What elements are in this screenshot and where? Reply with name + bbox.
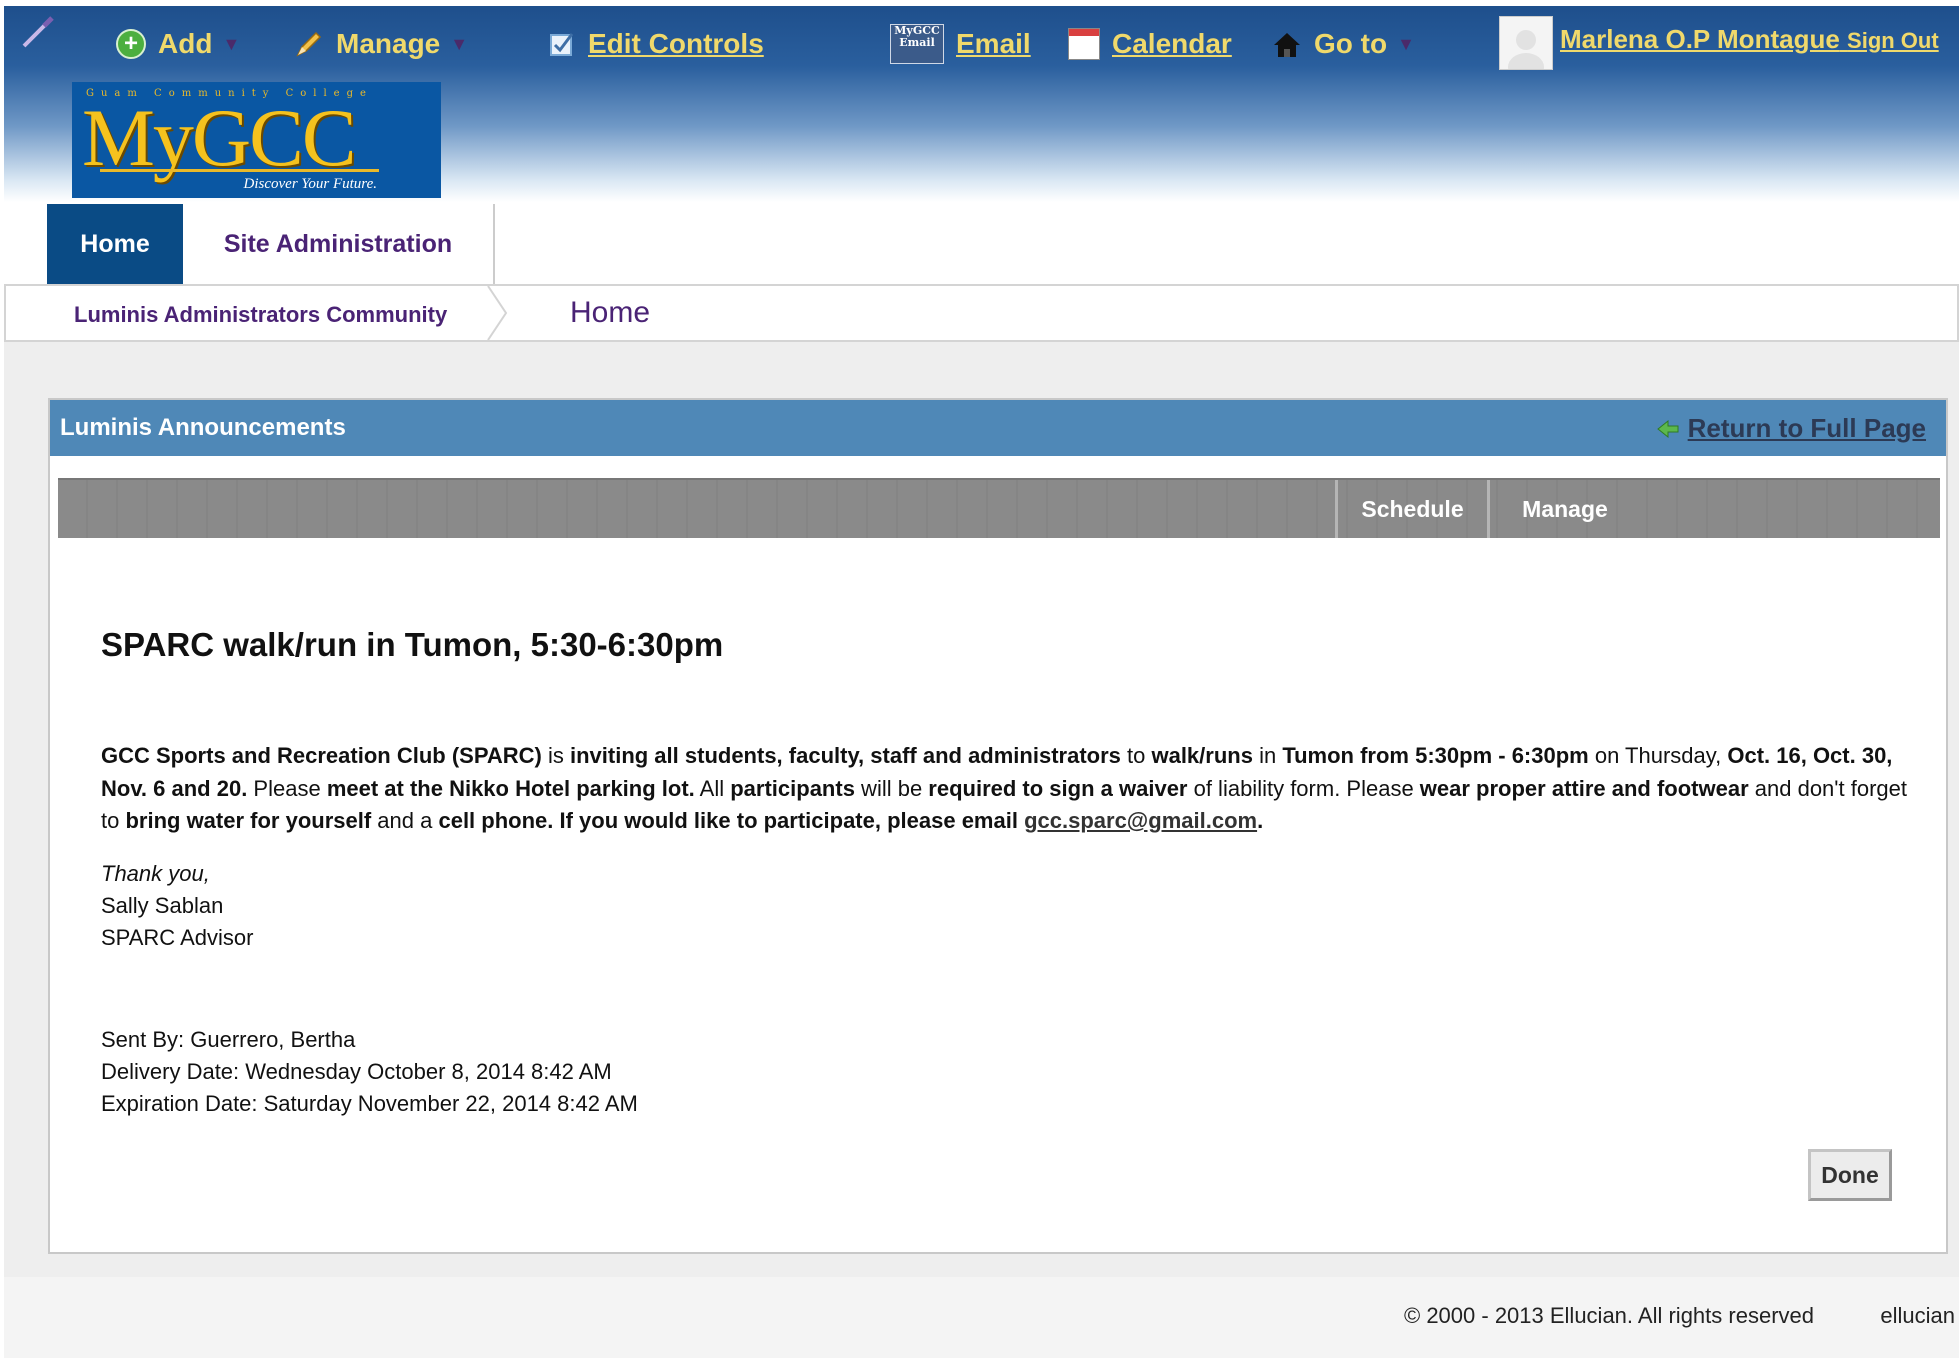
announcement-body: GCC Sports and Recreation Club (SPARC) i…	[101, 740, 1911, 838]
sign-out-link[interactable]: Sign Out	[1847, 28, 1939, 53]
checkbox-edit-icon	[550, 33, 574, 56]
email-link[interactable]: MyGCC Email Email	[890, 20, 1031, 68]
user-name: Marlena O.P Montague	[1560, 24, 1840, 54]
body-text: wear proper attire and footwear	[1419, 775, 1749, 801]
logo-underline	[100, 169, 379, 172]
panel-header: Luminis Announcements Return to Full Pag…	[50, 400, 1946, 456]
breadcrumb: Luminis Administrators Community Home	[4, 284, 1959, 342]
email-icon: MyGCC Email	[890, 24, 944, 64]
chevron-down-icon: ▼	[1397, 33, 1415, 54]
edit-controls-link[interactable]: Edit Controls	[548, 20, 764, 68]
body-text: .	[1257, 808, 1264, 833]
body-text: Please	[247, 775, 327, 801]
done-button[interactable]: Done	[1808, 1149, 1892, 1201]
body-text: to	[1120, 743, 1152, 768]
body-text: inviting all students, faculty, staff an…	[569, 743, 1121, 768]
schedule-button[interactable]: Schedule	[1335, 480, 1487, 538]
pencil-icon	[296, 31, 322, 57]
body-text: If you would like to participate, please…	[553, 808, 1025, 833]
body-text: meet at the Nikko Hotel parking lot.	[326, 775, 695, 801]
body-text: walk/runs	[1151, 743, 1253, 768]
body-text: is	[541, 743, 570, 768]
add-menu[interactable]: + Add ▼	[116, 20, 240, 68]
body-text: bring water for yourself	[125, 808, 372, 833]
announcement-panel: Luminis Announcements Return to Full Pag…	[48, 398, 1948, 1254]
tab-site-administration[interactable]: Site Administration	[183, 204, 495, 284]
return-to-full-page-link[interactable]: Return to Full Page	[1656, 413, 1926, 444]
body-text: participants	[730, 775, 855, 801]
copyright-text: © 2000 - 2013 Ellucian. All rights reser…	[1404, 1303, 1814, 1328]
plus-icon: +	[116, 29, 146, 59]
manage-menu[interactable]: Manage ▼	[294, 20, 468, 68]
signer-title: SPARC Advisor	[101, 925, 254, 950]
main-tabs: Home Site Administration	[47, 204, 495, 284]
calendar-link[interactable]: Calendar	[1068, 20, 1232, 68]
announcement-title: SPARC walk/run in Tumon, 5:30-6:30pm	[101, 626, 724, 663]
signer-name: Sally Sablan	[101, 893, 224, 918]
body-text: in	[1252, 743, 1283, 768]
add-label: Add	[158, 28, 213, 59]
breadcrumb-separator-icon	[487, 286, 508, 340]
edit-controls-label: Edit Controls	[588, 28, 764, 59]
footer-brand: ellucian	[1880, 1303, 1955, 1328]
user-silhouette-icon	[1508, 30, 1544, 69]
announcement-meta: Sent By: Guerrero, Bertha Delivery Date:…	[101, 1024, 638, 1120]
email-label: Email	[956, 28, 1031, 59]
calendar-label: Calendar	[1112, 28, 1232, 59]
delivery-date: Delivery Date: Wednesday October 8, 2014…	[101, 1059, 612, 1084]
breadcrumb-current: Home	[570, 296, 651, 329]
body-text: required to sign a waiver	[928, 775, 1188, 801]
body-text: Tumon from 5:30pm - 6:30pm	[1282, 743, 1589, 768]
breadcrumb-community-link[interactable]: Luminis Administrators Community	[74, 302, 447, 328]
chevron-down-icon: ▼	[222, 33, 241, 54]
calendar-icon	[1068, 28, 1100, 60]
footer: © 2000 - 2013 Ellucian. All rights reser…	[4, 1277, 1959, 1358]
goto-label: Go to	[1314, 28, 1388, 59]
tab-home[interactable]: Home	[47, 204, 183, 284]
body-text: of liability form. Please	[1187, 775, 1420, 801]
logo-tagline: Discover Your Future.	[243, 176, 377, 192]
manage-label: Manage	[336, 28, 441, 59]
mygcc-logo[interactable]: Guam Community College MyGCC Discover Yo…	[72, 82, 441, 198]
expiration-date: Expiration Date: Saturday November 22, 2…	[101, 1091, 638, 1116]
body-text: cell phone.	[438, 808, 554, 833]
body-text: GCC Sports and Recreation Club (SPARC)	[101, 743, 542, 768]
body-text: on Thursday,	[1588, 743, 1728, 768]
email-address-link[interactable]: gcc.sparc@gmail.com	[1024, 808, 1257, 833]
body-text: All	[694, 775, 731, 801]
user-profile-link[interactable]: Marlena O.P Montague Sign Out	[1560, 24, 1939, 55]
signature-block: Thank you, Sally Sablan SPARC Advisor	[101, 858, 253, 954]
thank-you-text: Thank you,	[101, 861, 210, 886]
panel-action-bar: Schedule Manage	[58, 478, 1940, 538]
panel-title: Luminis Announcements	[60, 414, 346, 441]
body-text: and a	[371, 808, 439, 833]
sent-by: Sent By: Guerrero, Bertha	[101, 1027, 356, 1052]
home-icon	[1274, 33, 1300, 57]
top-toolbar: + Add ▼ Manage ▼ Edit Controls MyGCC Ema…	[4, 6, 1959, 202]
avatar[interactable]	[1499, 16, 1553, 70]
goto-menu[interactable]: Go to ▼	[1272, 20, 1415, 68]
logo-name: MyGCC	[82, 92, 357, 183]
back-arrow-icon	[1656, 419, 1679, 438]
return-link-label: Return to Full Page	[1687, 413, 1926, 443]
body-text: will be	[854, 775, 929, 801]
manage-button[interactable]: Manage	[1487, 480, 1640, 538]
brush-icon[interactable]	[18, 16, 58, 52]
chevron-down-icon: ▼	[450, 33, 469, 54]
